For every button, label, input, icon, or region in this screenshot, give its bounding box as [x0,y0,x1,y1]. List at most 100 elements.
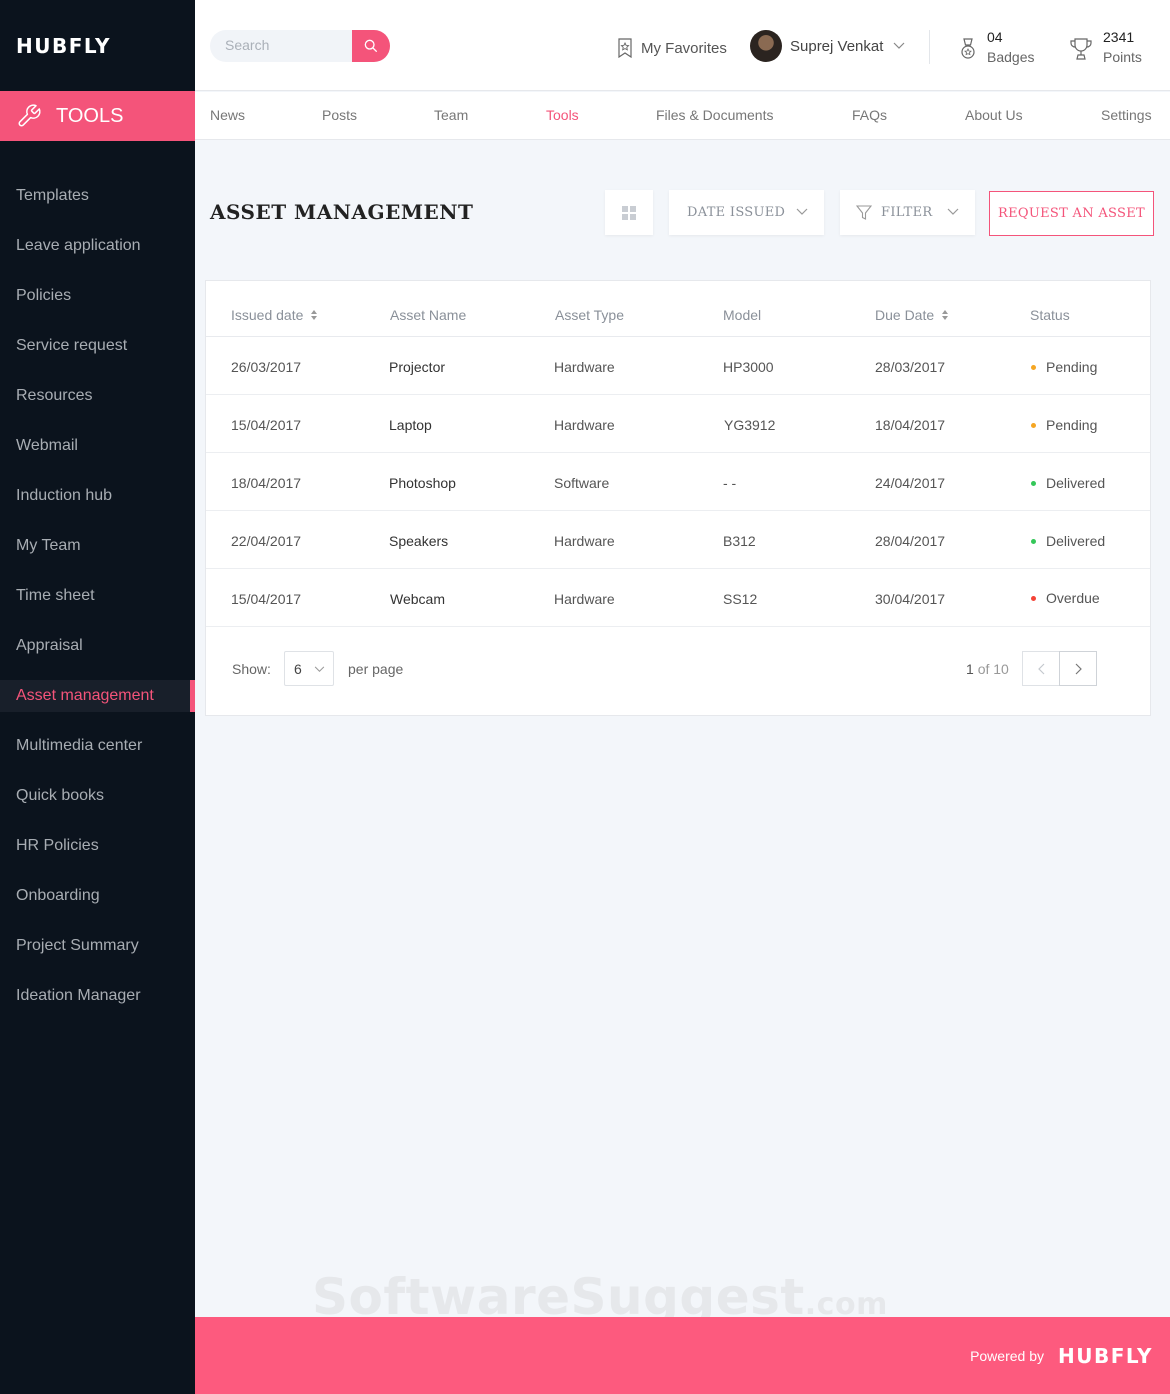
chevron-down-icon [893,42,905,49]
column-issued-date[interactable]: Issued date [231,307,318,323]
cell-due-date: 24/04/2017 [875,475,946,491]
cell-model: SS12 [723,591,758,607]
sidebar-item-asset-management[interactable]: Asset management [0,671,195,721]
per-page-select[interactable]: 6 [284,651,334,686]
sidebar-item-label: Webmail [16,437,78,454]
tab-posts[interactable]: Posts [322,107,357,123]
cell-issued-date: 15/04/2017 [231,591,302,607]
search-box [210,30,390,62]
sidebar-item-induction-hub[interactable]: Induction hub [0,471,195,521]
column-label: Model [723,307,762,323]
chevron-down-icon [947,208,959,215]
filter-icon [856,204,872,220]
sidebar-item-leave-application[interactable]: Leave application [0,221,195,271]
search-input[interactable] [225,37,345,53]
tab-news[interactable]: News [210,107,245,123]
filter-label: FILTER [881,205,933,220]
status-label: Delivered [1046,475,1106,491]
search-button[interactable] [352,30,390,62]
cell-asset-type: Hardware [554,591,615,607]
user-name: Suprej Venkat [790,37,884,55]
sidebar-item-policies[interactable]: Policies [0,271,195,321]
cell-asset-type: Hardware [554,417,615,433]
column-due-date[interactable]: Due Date [875,307,949,323]
sidebar-item-label: HR Policies [16,837,99,854]
status-label: Overdue [1046,590,1100,606]
tab-about-us[interactable]: About Us [965,107,1023,123]
status-badge: Delivered [1031,475,1105,491]
sort-label: DATE ISSUED [687,205,786,220]
next-page-button[interactable] [1059,651,1097,686]
per-page-label: per page [348,661,404,677]
status-dot [1031,422,1036,428]
status-dot [1031,538,1036,544]
sidebar-item-service-request[interactable]: Service request [0,321,195,371]
wrench-icon [18,104,41,127]
cell-asset-name: Laptop [389,417,432,433]
cell-asset-type: Hardware [554,533,615,549]
tab-team[interactable]: Team [434,107,468,123]
sidebar-item-my-team[interactable]: My Team [0,521,195,571]
badges-stat[interactable]: 04 Badges [959,28,1034,68]
cell-asset-name: Webcam [390,591,445,607]
cell-asset-type: Hardware [554,359,615,375]
table-row[interactable]: 15/04/2017 Webcam Hardware SS12 30/04/20… [206,569,1150,627]
cell-due-date: 28/04/2017 [875,533,946,549]
request-asset-button[interactable]: REQUEST AN ASSET [989,191,1154,236]
table-row[interactable]: 26/03/2017 Projector Hardware HP3000 28/… [206,337,1150,395]
tab-tools[interactable]: Tools [546,107,579,123]
sidebar-item-templates[interactable]: Templates [0,171,195,221]
section-banner: TOOLS [0,91,195,141]
column-label: Asset Type [555,307,625,323]
grid-view-button[interactable] [605,190,653,235]
previous-page-button[interactable] [1022,651,1060,686]
sidebar-item-label: Asset management [16,687,154,704]
filter-dropdown[interactable]: FILTER [840,190,975,235]
sidebar-item-ideation-manager[interactable]: Ideation Manager [0,971,195,1021]
sidebar-item-appraisal[interactable]: Appraisal [0,621,195,671]
tab-settings[interactable]: Settings [1101,107,1152,123]
badges-label: Badges [987,49,1035,65]
cell-issued-date: 26/03/2017 [231,359,302,375]
status-label: Pending [1046,359,1098,375]
cell-model: B312 [723,533,756,549]
table-row[interactable]: 15/04/2017 Laptop Hardware YG3912 18/04/… [206,395,1150,453]
sidebar-item-onboarding[interactable]: Onboarding [0,871,195,921]
sidebar-item-label: Ideation Manager [16,987,141,1004]
status-dot [1031,595,1036,601]
sidebar-item-resources[interactable]: Resources [0,371,195,421]
table-row[interactable]: 18/04/2017 Photoshop Software - - 24/04/… [206,453,1150,511]
status-badge: Delivered [1031,533,1105,549]
sidebar-item-time-sheet[interactable]: Time sheet [0,571,195,621]
badges-count: 04 [987,29,1003,45]
sidebar-item-label: Templates [16,187,89,204]
search-icon [364,39,377,52]
my-favorites-link[interactable]: My Favorites [617,38,727,58]
top-header: My Favorites Suprej Venkat 04 Badges 234… [195,0,1170,91]
sidebar-item-label: Resources [16,387,93,404]
cell-model: YG3912 [724,417,776,433]
brand-logo[interactable]: HUBFLY [0,0,195,91]
sidebar-item-project-summary[interactable]: Project Summary [0,921,195,971]
column-model: Model [723,307,761,323]
sidebar-item-webmail[interactable]: Webmail [0,421,195,471]
chevron-down-icon [314,666,325,672]
tab-files-documents[interactable]: Files & Documents [656,107,773,123]
column-label: Status [1030,307,1070,323]
table-row[interactable]: 22/04/2017 Speakers Hardware B312 28/04/… [206,511,1150,569]
sidebar-item-hr-policies[interactable]: HR Policies [0,821,195,871]
main-tabs: News Posts Team Tools Files & Documents … [195,92,1170,140]
trophy-icon [1070,38,1092,60]
sidebar-item-quick-books[interactable]: Quick books [0,771,195,821]
sidebar-item-multimedia-center[interactable]: Multimedia center [0,721,195,771]
grid-icon [622,205,636,220]
points-stat[interactable]: 2341 Points [1069,28,1142,68]
sidebar-item-label: Time sheet [16,587,95,604]
tab-faqs[interactable]: FAQs [852,107,887,123]
user-menu[interactable]: Suprej Venkat [750,30,905,62]
sidebar-item-label: Multimedia center [16,737,143,754]
table-header: Issued date Asset Name Asset Type Model … [206,281,1150,337]
sort-date-issued-dropdown[interactable]: DATE ISSUED [669,190,824,235]
sidebar-item-label: My Team [16,537,81,554]
chevron-down-icon [796,208,808,215]
